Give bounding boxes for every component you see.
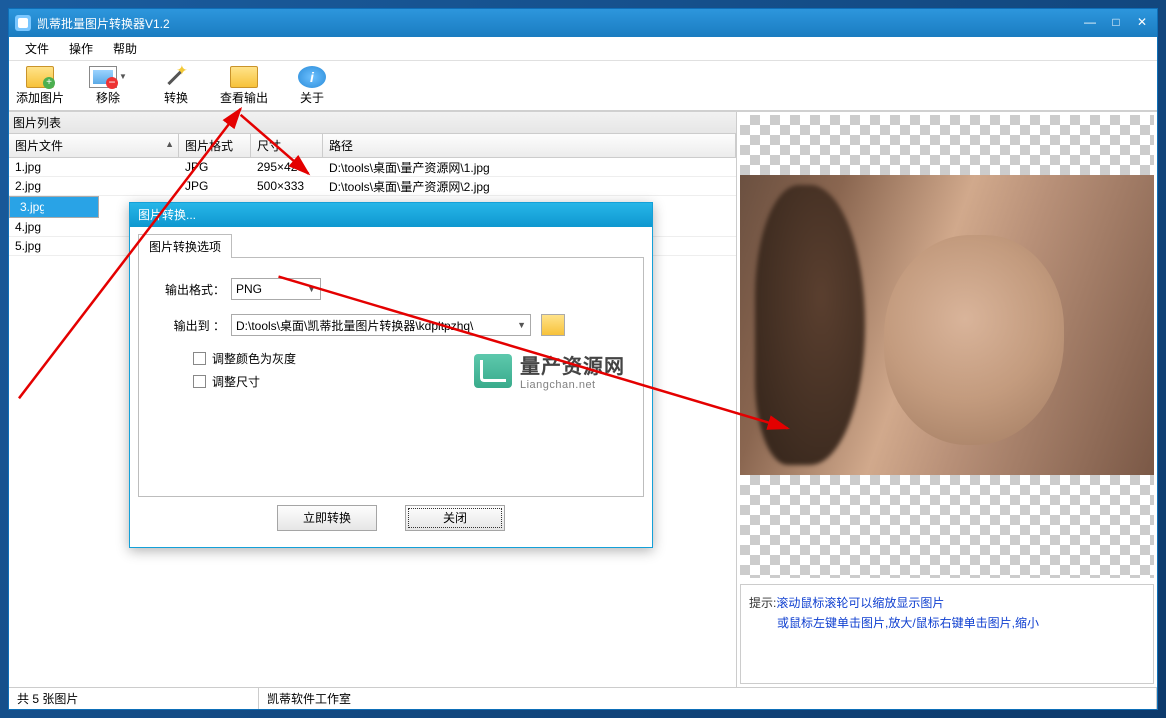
app-icon [15, 15, 31, 31]
window-title: 凯蒂批量图片转换器V1.2 [37, 15, 1081, 32]
sort-asc-icon: ▲ [165, 139, 174, 149]
watermark-icon [474, 354, 512, 388]
hint-box: 提示:滚动鼠标滚轮可以缩放显示图片 或鼠标左键单击图片,放大/鼠标右键单击图片,… [740, 584, 1154, 684]
preview-image [740, 175, 1154, 475]
list-header: 图片列表 [9, 112, 736, 134]
image-remove-icon [89, 66, 117, 88]
info-icon [298, 66, 326, 88]
view-output-button[interactable]: 查看输出 [219, 66, 269, 106]
watermark: 量产资源网 Liangchan.net [474, 350, 625, 391]
toolbar: 添加图片 ▼ 移除 转换 查看输出 关于 [9, 61, 1157, 111]
titlebar: 凯蒂批量图片转换器V1.2 — □ ✕ [9, 9, 1157, 37]
maximize-button[interactable]: □ [1107, 15, 1125, 31]
chevron-down-icon: ▼ [119, 72, 127, 81]
tab-convert-options[interactable]: 图片转换选项 [138, 234, 232, 258]
output-format-label: 输出格式： [163, 281, 225, 298]
output-format-select[interactable]: PNG ▼ [231, 278, 321, 300]
checkbox-icon [193, 352, 206, 365]
remove-button[interactable]: ▼ 移除 [83, 66, 133, 106]
about-button[interactable]: 关于 [287, 66, 337, 106]
minimize-button[interactable]: — [1081, 15, 1099, 31]
status-count: 共 5 张图片 [9, 688, 259, 709]
checkbox-icon [193, 375, 206, 388]
status-workshop: 凯蒂软件工作室 [259, 688, 1157, 709]
main-window: 凯蒂批量图片转换器V1.2 — □ ✕ 文件 操作 帮助 添加图片 ▼ 移除 转… [8, 8, 1158, 710]
statusbar: 共 5 张图片 凯蒂软件工作室 [9, 687, 1157, 709]
table-row[interactable]: 2.jpgJPG500×333D:\tools\桌面\量产资源网\2.jpg [9, 177, 736, 196]
col-size[interactable]: 尺寸 [251, 134, 323, 157]
preview-pane: 提示:滚动鼠标滚轮可以缩放显示图片 或鼠标左键单击图片,放大/鼠标右键单击图片,… [737, 112, 1157, 687]
dialog-title: 图片转换... [130, 203, 652, 227]
convert-now-button[interactable]: 立即转换 [277, 505, 377, 531]
wand-icon [162, 66, 190, 88]
menu-action[interactable]: 操作 [59, 38, 103, 59]
convert-button[interactable]: 转换 [151, 66, 201, 106]
menu-help[interactable]: 帮助 [103, 38, 147, 59]
browse-button[interactable] [541, 314, 565, 336]
preview-area[interactable] [740, 115, 1154, 578]
folder-icon [230, 66, 258, 88]
col-path[interactable]: 路径 [323, 134, 736, 157]
chevron-down-icon: ▼ [307, 284, 316, 294]
chevron-down-icon: ▼ [517, 320, 526, 330]
add-image-button[interactable]: 添加图片 [15, 66, 65, 106]
table-row[interactable]: 3.jpg [9, 196, 99, 218]
col-format[interactable]: 图片格式 [179, 134, 251, 157]
folder-add-icon [26, 66, 54, 88]
menubar: 文件 操作 帮助 [9, 37, 1157, 61]
menu-file[interactable]: 文件 [15, 38, 59, 59]
close-button[interactable]: ✕ [1133, 15, 1151, 31]
output-dir-input[interactable]: D:\tools\桌面\凯蒂批量图片转换器\kdpltpzhq\ ▼ [231, 314, 531, 336]
output-dir-label: 输出到 ： [163, 317, 225, 334]
grid-header: 图片文件▲ 图片格式 尺寸 路径 [9, 134, 736, 158]
col-file[interactable]: 图片文件▲ [9, 134, 179, 157]
close-dialog-button[interactable]: 关闭 [405, 505, 505, 531]
table-row[interactable]: 1.jpgJPG295×420D:\tools\桌面\量产资源网\1.jpg [9, 158, 736, 177]
